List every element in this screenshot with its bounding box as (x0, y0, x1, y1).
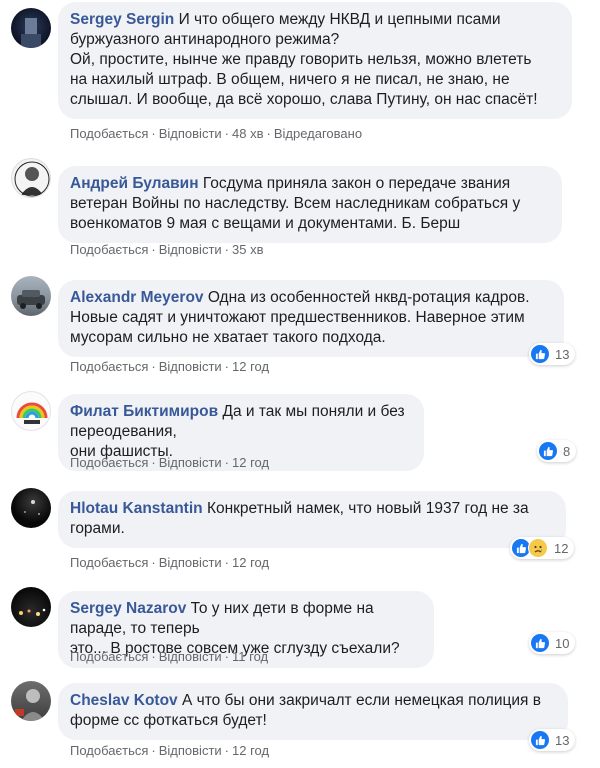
reaction-counter[interactable]: 13 (529, 729, 576, 751)
comment-author[interactable]: Sergey Sergin (70, 11, 174, 28)
separator: · (151, 455, 156, 470)
avatar[interactable] (11, 587, 51, 627)
separator: · (224, 649, 230, 664)
like-button[interactable]: Подобається (70, 242, 148, 257)
separator: · (151, 743, 156, 758)
comment-bubble: Hlotau Kanstantin Конкретный намек, что … (58, 491, 566, 548)
reaction-counter[interactable]: 10 (529, 632, 576, 654)
like-button[interactable]: Подобається (70, 126, 148, 141)
avatar[interactable] (11, 8, 51, 48)
like-button[interactable]: Подобається (70, 649, 148, 664)
reaction-count: 10 (555, 635, 570, 651)
like-button[interactable]: Подобається (70, 359, 148, 374)
comment: Alexandr Meyerov Одна из особенностей нк… (0, 263, 600, 375)
avatar[interactable] (11, 276, 51, 316)
separator: · (266, 126, 271, 141)
separator: · (151, 242, 156, 257)
reaction-count: 13 (555, 346, 570, 362)
separator: · (151, 359, 156, 374)
separator: · (224, 743, 230, 758)
comment-author[interactable]: Cheslav Kotov (70, 692, 178, 709)
separator: · (224, 359, 230, 374)
comment-actions: Подобається · Відповісти · 12 год (70, 555, 269, 571)
like-reaction-icon (531, 634, 549, 652)
avatar[interactable] (11, 681, 51, 721)
comment: Hlotau Kanstantin Конкретный намек, что … (0, 477, 600, 577)
comment-time[interactable]: 12 год (232, 743, 269, 758)
separator: · (151, 649, 156, 664)
sad-reaction-icon (528, 538, 548, 558)
comment-author[interactable]: Alexandr Meyerov (70, 289, 204, 306)
comment-time[interactable]: 11 год (232, 649, 268, 664)
comment-actions: Подобається · Відповісти · 12 год (70, 743, 269, 759)
night-photo-icon (24, 500, 40, 515)
comment: Sergey Sergin И что общего между НКВД и … (0, 0, 600, 150)
reply-button[interactable]: Відповісти (159, 126, 222, 141)
night-street-icon (19, 608, 46, 616)
comment-time[interactable]: 12 год (232, 455, 269, 470)
reaction-count: 12 (554, 540, 569, 556)
avatar-portrait-icon (14, 161, 50, 197)
comment: Cheslav Kotov А что бы они закричалт есл… (0, 677, 600, 768)
avatar-silhouette-icon (21, 18, 41, 48)
comment-bubble: Андрей Булавин Госдума приняла закон о п… (58, 166, 562, 243)
edited-label[interactable]: Відредаговано (274, 126, 362, 141)
like-button[interactable]: Подобається (70, 743, 148, 758)
like-reaction-icon (531, 731, 549, 749)
reply-button[interactable]: Відповісти (159, 359, 222, 374)
comment-bubble: Cheslav Kotov А что бы они закричалт есл… (58, 683, 568, 740)
portrait-icon (15, 689, 45, 721)
reaction-counter[interactable]: 12 (510, 537, 575, 559)
comment-actions: Подобається · Відповісти · 12 год (70, 455, 269, 471)
separator: · (224, 126, 230, 141)
separator: · (151, 126, 156, 141)
reply-button[interactable]: Відповісти (159, 455, 222, 470)
reaction-counter[interactable]: 13 (529, 343, 576, 365)
reaction-count: 8 (563, 443, 571, 459)
comment: Филат Биктимиров Да и так мы поняли и бе… (0, 377, 600, 477)
comment: Sergey Nazarov То у них дети в форме на … (0, 577, 600, 677)
comment-author[interactable]: Sergey Nazarov (70, 600, 186, 617)
comment-author[interactable]: Андрей Булавин (70, 175, 199, 192)
comment-author[interactable]: Hlotau Kanstantin (70, 500, 203, 517)
like-reaction-icon (531, 345, 549, 363)
comment-actions: Подобається · Відповісти · 35 хв (70, 242, 264, 258)
comment-time[interactable]: 48 хв (232, 126, 263, 141)
reaction-counter[interactable]: 8 (537, 440, 577, 462)
like-button[interactable]: Подобається (70, 555, 148, 570)
comment-actions: Подобається · Відповісти · 11 год (70, 649, 268, 665)
like-reaction-icon (539, 442, 557, 460)
comment-actions: Подобається · Відповісти · 12 год (70, 359, 269, 375)
separator: · (224, 242, 230, 257)
separator: · (151, 555, 156, 570)
reply-button[interactable]: Відповісти (159, 649, 222, 664)
separator: · (224, 455, 230, 470)
comment-time[interactable]: 12 год (232, 555, 269, 570)
like-button[interactable]: Подобається (70, 455, 148, 470)
comment-bubble: Alexandr Meyerov Одна из особенностей нк… (58, 280, 564, 357)
rainbow-logo-icon (16, 402, 48, 424)
reply-button[interactable]: Відповісти (159, 555, 222, 570)
reaction-count: 13 (555, 732, 570, 748)
avatar[interactable] (11, 488, 51, 528)
car-icon (17, 290, 45, 309)
comment-bubble: Sergey Sergin И что общего между НКВД и … (58, 2, 572, 119)
separator: · (224, 555, 230, 570)
comment: Андрей Булавин Госдума приняла закон о п… (0, 150, 600, 260)
reply-button[interactable]: Відповісти (159, 242, 222, 257)
comment-actions: Подобається · Відповісти · 48 хв · Відредагова… (70, 126, 362, 142)
comment-time[interactable]: 12 год (232, 359, 269, 374)
avatar[interactable] (11, 158, 51, 198)
comment-time[interactable]: 35 хв (232, 242, 263, 257)
avatar[interactable] (11, 391, 51, 431)
reply-button[interactable]: Відповісти (159, 743, 222, 758)
comment-author[interactable]: Филат Биктимиров (70, 403, 218, 420)
